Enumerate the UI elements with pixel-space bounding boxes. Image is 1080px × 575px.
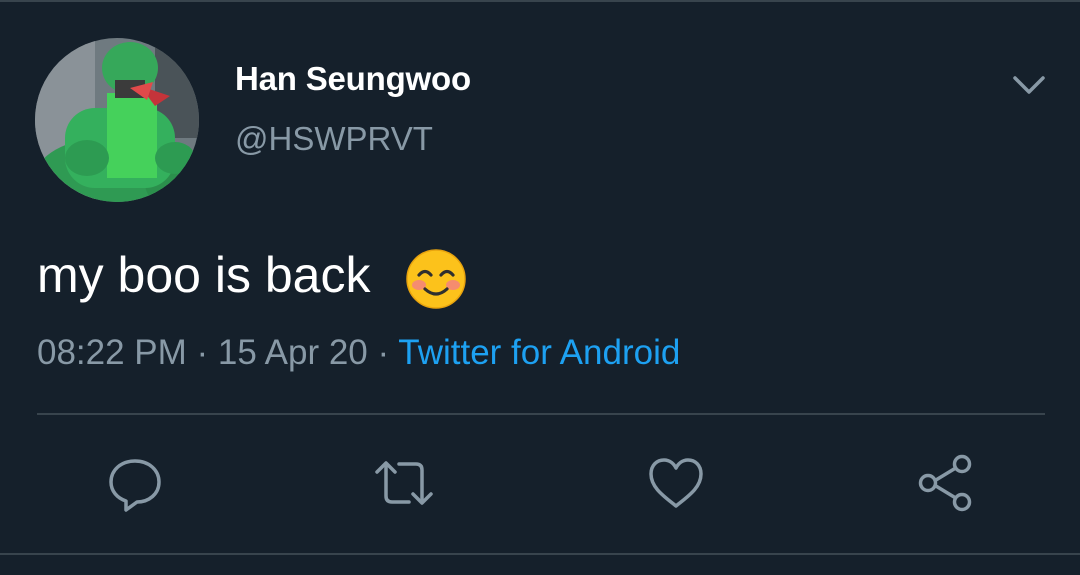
reply-icon bbox=[109, 459, 161, 512]
tweet-time: 08:22 PM bbox=[37, 333, 187, 372]
avatar-photo bbox=[35, 38, 199, 202]
retweet-icon bbox=[375, 461, 433, 505]
meta-separator: · bbox=[186, 333, 218, 372]
author-display-name[interactable]: Han Seungwoo bbox=[235, 60, 471, 98]
top-divider bbox=[0, 0, 1080, 2]
share-icon bbox=[918, 454, 972, 512]
tweet-text: my boo is back bbox=[37, 247, 371, 303]
retweet-button[interactable] bbox=[373, 452, 435, 514]
author-handle[interactable]: @HSWPRVT bbox=[235, 120, 433, 158]
smiling-face-emoji-icon bbox=[405, 248, 467, 310]
chevron-down-icon[interactable] bbox=[1010, 66, 1048, 104]
tweet-date[interactable]: 15 Apr 20 bbox=[218, 333, 368, 372]
like-button[interactable] bbox=[645, 452, 707, 514]
bottom-divider bbox=[0, 553, 1080, 555]
heart-icon bbox=[649, 458, 703, 508]
avatar[interactable] bbox=[35, 38, 199, 202]
share-button[interactable] bbox=[915, 452, 977, 514]
tweet-meta: 08:22 PM · 15 Apr 20 · Twitter for Andro… bbox=[37, 333, 680, 373]
meta-separator: · bbox=[367, 333, 399, 372]
reply-button[interactable] bbox=[104, 452, 166, 514]
actions-divider bbox=[37, 413, 1045, 415]
tweet-source-link[interactable]: Twitter for Android bbox=[398, 333, 680, 372]
